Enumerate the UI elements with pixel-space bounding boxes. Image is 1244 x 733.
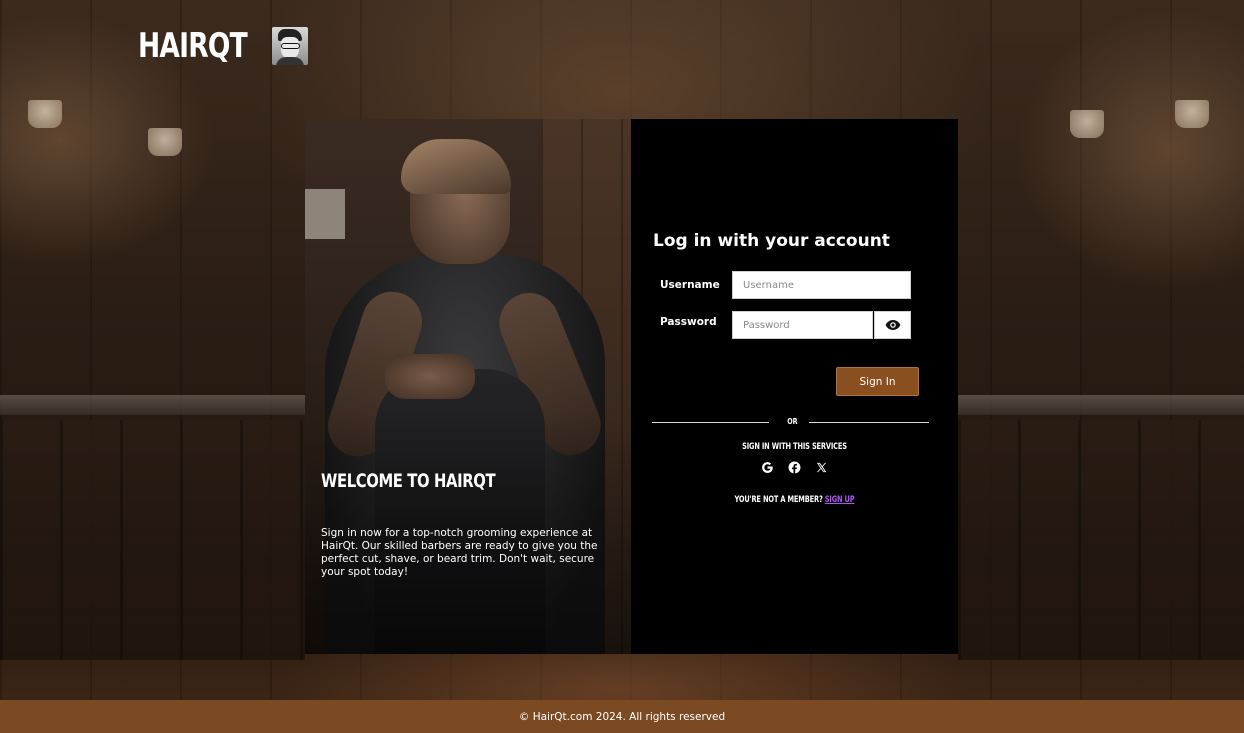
divider-right	[809, 422, 929, 423]
google-login-button[interactable]	[760, 460, 774, 474]
signup-prompt: YOU'RE NOT A MEMBER? SIGN UP	[667, 495, 922, 505]
password-input[interactable]	[732, 311, 873, 339]
facebook-login-button[interactable]	[787, 460, 801, 474]
login-title: Log in with your account	[653, 231, 890, 251]
or-separator: OR	[787, 417, 798, 426]
welcome-text: Sign in now for a top-notch grooming exp…	[321, 527, 598, 578]
hero-panel: WELCOME TO HAIRQT Sign in now for a top-…	[305, 119, 631, 654]
username-input[interactable]	[732, 271, 911, 299]
footer: © HairQt.com 2024. All rights reserved	[0, 700, 1244, 733]
x-icon	[816, 462, 826, 472]
sign-up-link[interactable]: SIGN UP	[825, 495, 855, 505]
login-card: WELCOME TO HAIRQT Sign in now for a top-…	[305, 119, 958, 654]
copyright-text: © HairQt.com 2024. All rights reserved	[518, 710, 726, 723]
divider-left	[652, 422, 769, 423]
member-prompt-text: YOU'RE NOT A MEMBER?	[734, 495, 823, 505]
show-password-button[interactable]	[874, 311, 911, 339]
header-logo[interactable]: HAIRQT	[138, 27, 308, 65]
google-icon	[761, 461, 773, 473]
brand-avatar-logo	[272, 27, 308, 65]
eye-icon	[885, 320, 900, 330]
welcome-title: WELCOME TO HAIRQT	[321, 470, 496, 492]
facebook-icon	[788, 461, 800, 473]
password-label: Password	[660, 316, 717, 328]
x-login-button[interactable]	[814, 460, 828, 474]
brand-name: HAIRQT	[138, 26, 248, 66]
login-panel: Log in with your account Username Passwo…	[631, 119, 958, 654]
username-label: Username	[660, 279, 720, 291]
social-services-label: SIGN IN WITH THIS SERVICES	[742, 442, 847, 452]
sign-in-button[interactable]: Sign In	[836, 367, 919, 396]
